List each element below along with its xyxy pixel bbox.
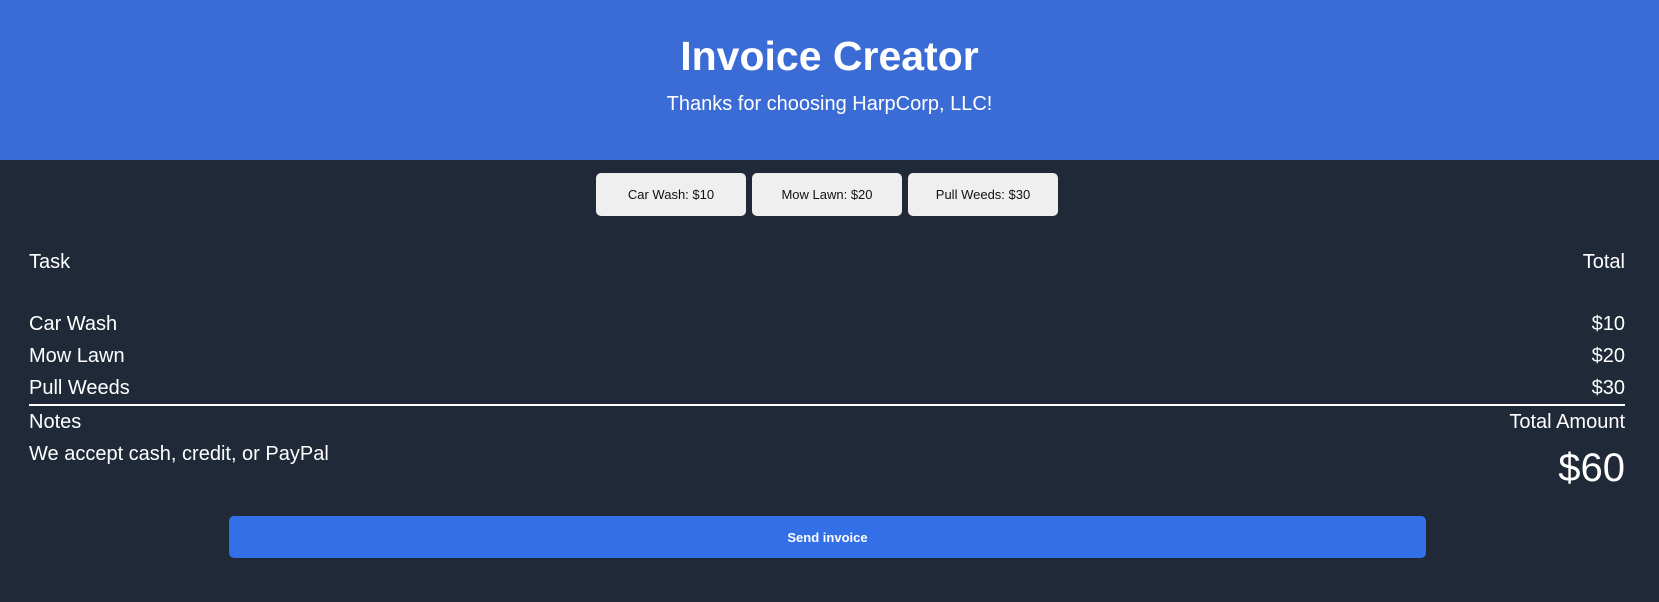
item-task: Car Wash <box>29 313 118 335</box>
car-wash-button[interactable]: Car Wash: $10 <box>596 173 746 216</box>
pull-weeds-button[interactable]: Pull Weeds: $30 <box>908 173 1058 216</box>
table-row: Mow Lawn $20 <box>29 343 1625 375</box>
total-amount-label: Total Amount <box>1509 411 1625 433</box>
item-total: $10 <box>1591 313 1625 335</box>
item-task: Pull Weeds <box>29 377 130 399</box>
item-total: $20 <box>1591 345 1625 367</box>
summary-labels: Notes Total Amount <box>29 409 1625 435</box>
notes-label: Notes <box>29 411 82 433</box>
item-task: Mow Lawn <box>29 345 125 367</box>
task-column-header: Task <box>29 251 71 273</box>
invoice-items: Car Wash $10 Mow Lawn $20 Pull Weeds $30 <box>29 311 1625 407</box>
table-row: Car Wash $10 <box>29 311 1625 343</box>
summary-values: We accept cash, credit, or PayPal $60 <box>29 441 1625 491</box>
total-column-header: Total <box>1582 251 1625 273</box>
table-row: Pull Weeds $30 <box>29 375 1625 407</box>
send-invoice-button[interactable]: Send invoice <box>229 516 1426 558</box>
page-title: Invoice Creator <box>680 33 979 79</box>
divider <box>29 404 1625 406</box>
table-header: Task Total <box>29 249 1625 275</box>
app-header: Invoice Creator Thanks for choosing Harp… <box>0 0 1659 160</box>
total-amount-value: $60 <box>1558 446 1625 490</box>
page-subtitle: Thanks for choosing HarpCorp, LLC! <box>666 93 993 115</box>
task-button-group: Car Wash: $10 Mow Lawn: $20 Pull Weeds: … <box>596 173 1058 216</box>
notes-text: We accept cash, credit, or PayPal <box>29 443 329 465</box>
item-total: $30 <box>1591 377 1625 399</box>
mow-lawn-button[interactable]: Mow Lawn: $20 <box>752 173 902 216</box>
